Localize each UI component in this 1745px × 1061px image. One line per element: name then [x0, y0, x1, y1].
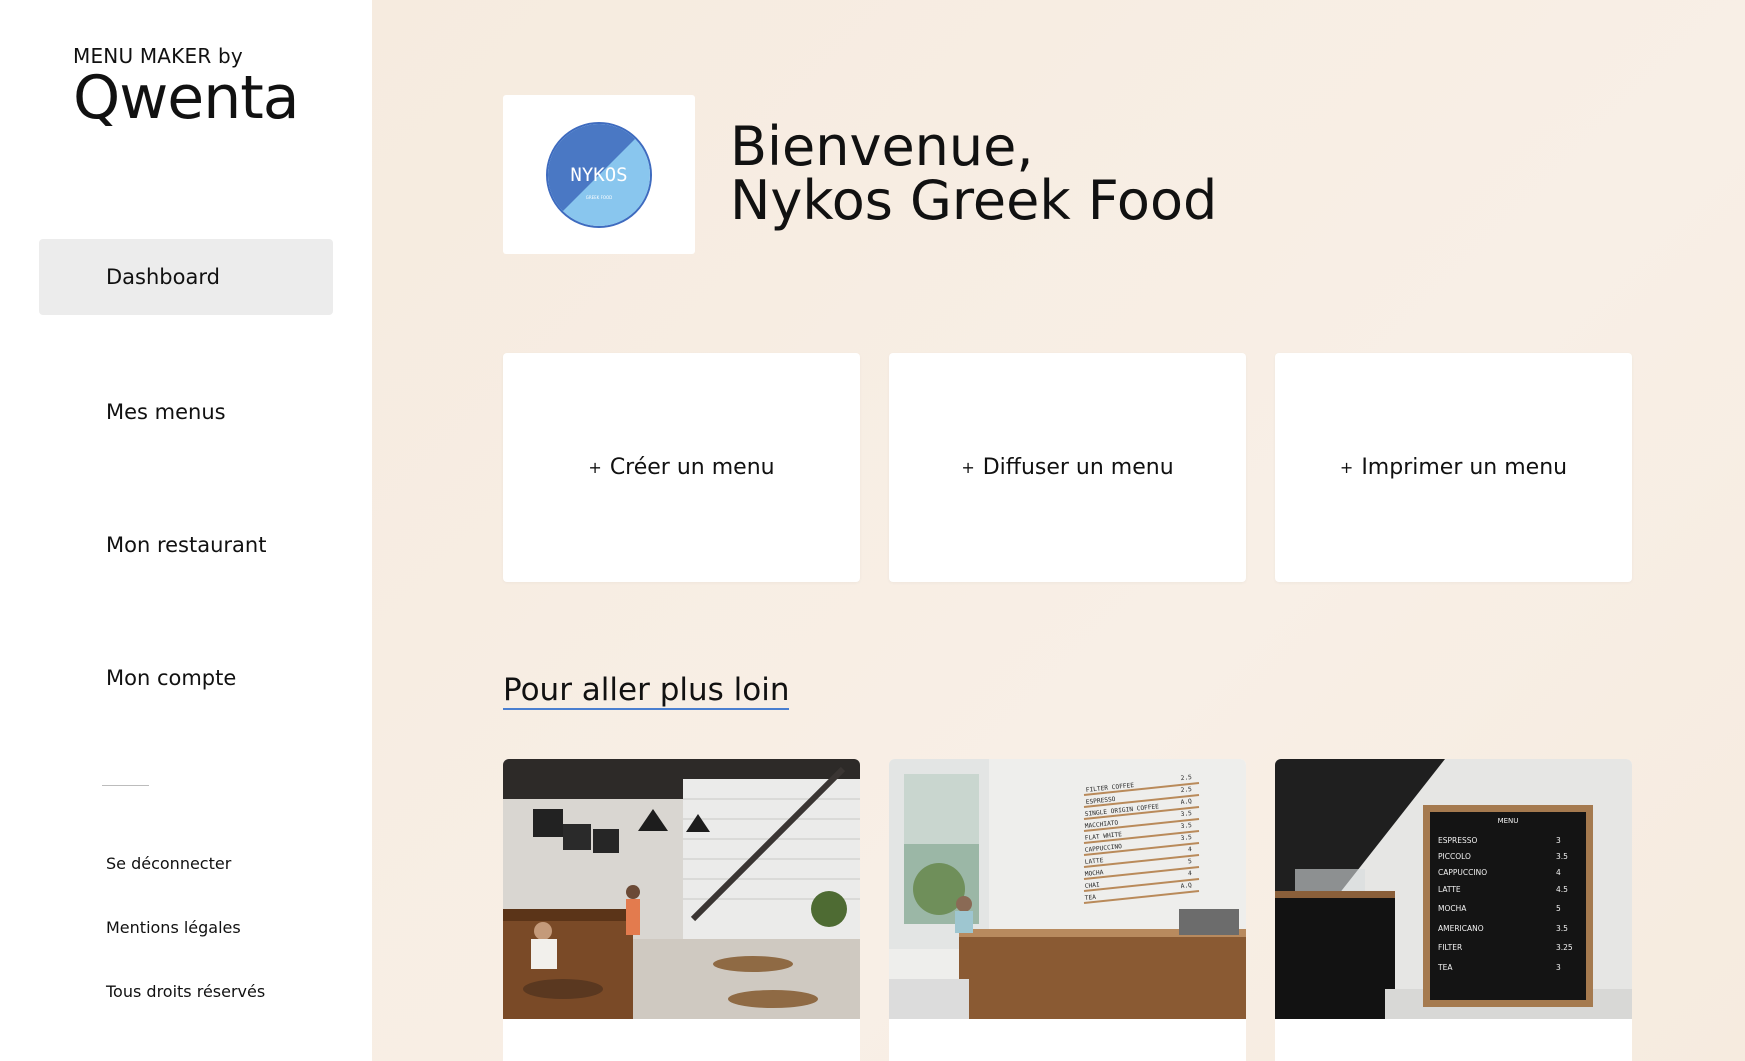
menu-board-price: 4: [1556, 868, 1561, 877]
sidebar-item-label: Mes menus: [106, 400, 226, 424]
wall-menu-price: 3.5: [1180, 810, 1192, 818]
section-title: Pour aller plus loin: [503, 672, 790, 710]
menu-board-price: 3: [1556, 963, 1561, 972]
wall-menu-price: A.Q: [1180, 798, 1192, 806]
menu-board-item: AMERICANO: [1438, 924, 1484, 933]
wall-menu-price: 3.5: [1180, 834, 1192, 842]
plus-icon: +: [961, 458, 975, 477]
brand[interactable]: MENU MAKER by Qwenta: [73, 44, 300, 133]
menu-board-price: 3.5: [1556, 852, 1568, 861]
sidebar-item-dashboard[interactable]: Dashboard: [39, 239, 333, 315]
wall-menu-price: 2.5: [1180, 774, 1192, 782]
logout-link[interactable]: Se déconnecter: [106, 854, 231, 873]
menu-board-price: 4.5: [1556, 885, 1568, 894]
menu-board-price: 3.25: [1556, 943, 1573, 952]
article-card-menu-board[interactable]: MENU ESPRESSO 3 PICCOLO 3.5 CAPPUCCINO 4…: [1275, 759, 1632, 1061]
page-title: Bienvenue, Nykos Greek Food: [730, 120, 1217, 228]
menu-board-price: 3: [1556, 836, 1561, 845]
menu-board-item: LATTE: [1438, 885, 1461, 894]
sidebar-item-label: Dashboard: [106, 265, 220, 289]
menu-board-item: TEA: [1437, 963, 1453, 972]
legal-link[interactable]: Mentions légales: [106, 918, 241, 937]
action-label: Diffuser un menu: [982, 455, 1174, 480]
restaurant-logo: NYKOS GREEK FOOD: [546, 121, 652, 228]
menu-board-image: MENU ESPRESSO 3 PICCOLO 3.5 CAPPUCCINO 4…: [1275, 759, 1632, 1019]
sidebar: MENU MAKER by Qwenta Dashboard Mes menus…: [0, 0, 372, 1061]
menu-board-item: MOCHA: [1438, 904, 1467, 913]
coffee-bar-image: FILTER COFFEE ESPRESSO SINGLE ORIGIN COF…: [889, 759, 1246, 1019]
restaurant-name: Nykos Greek Food: [730, 169, 1218, 232]
menu-board-item: FILTER: [1438, 943, 1462, 952]
restaurant-logo-subtext: GREEK FOOD: [586, 195, 613, 200]
wall-menu-item: TEA: [1084, 894, 1096, 902]
share-menu-button[interactable]: + Diffuser un menu: [889, 353, 1246, 582]
sidebar-divider: [102, 785, 149, 786]
sidebar-item-label: Mon restaurant: [106, 533, 267, 557]
article-card-cafe-interior[interactable]: [503, 759, 860, 1061]
restaurant-logo-text: NYKOS: [570, 164, 627, 186]
brand-logo: Qwenta: [73, 63, 300, 133]
create-menu-button[interactable]: + Créer un menu: [503, 353, 860, 582]
sidebar-item-label: Mon compte: [106, 666, 237, 690]
menu-board-item: ESPRESSO: [1438, 836, 1477, 845]
sidebar-item-mes-menus[interactable]: Mes menus: [39, 374, 333, 450]
article-card-coffee-bar[interactable]: FILTER COFFEE ESPRESSO SINGLE ORIGIN COF…: [889, 759, 1246, 1061]
action-label: Imprimer un menu: [1361, 455, 1568, 480]
wall-menu-price: 2.5: [1180, 786, 1192, 794]
print-menu-button[interactable]: + Imprimer un menu: [1275, 353, 1632, 582]
action-label: Créer un menu: [609, 455, 775, 480]
menu-board-price: 3.5: [1556, 924, 1568, 933]
wall-menu-price: 3.5: [1180, 822, 1192, 830]
cafe-interior-image: [503, 759, 860, 1019]
plus-icon: +: [588, 458, 602, 477]
menu-board-item: CAPPUCCINO: [1438, 868, 1487, 877]
sidebar-item-mon-compte[interactable]: Mon compte: [39, 640, 333, 716]
menu-board-item: PICCOLO: [1438, 852, 1471, 861]
menu-board-price: 5: [1556, 904, 1561, 913]
wall-menu-price: A.Q: [1180, 882, 1192, 890]
restaurant-logo-card: NYKOS GREEK FOOD: [503, 95, 695, 254]
greeting: Bienvenue,: [730, 115, 1034, 178]
plus-icon: +: [1339, 458, 1354, 477]
rights-text: Tous droits réservés: [106, 982, 266, 1001]
sidebar-item-mon-restaurant[interactable]: Mon restaurant: [39, 507, 333, 583]
menu-board-title: MENU: [1498, 817, 1519, 825]
